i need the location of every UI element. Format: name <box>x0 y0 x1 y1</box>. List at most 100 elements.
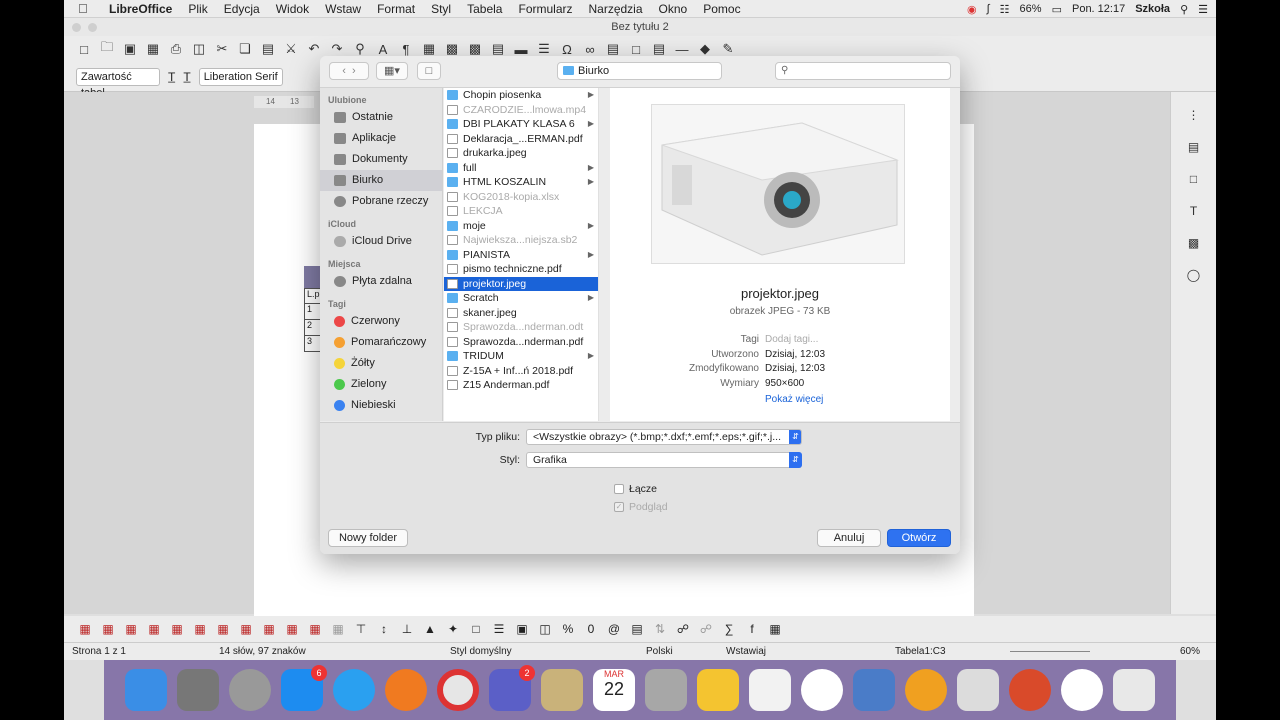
hyperlink-icon[interactable]: ∞ <box>582 42 598 57</box>
borders-icon[interactable]: □ <box>469 622 483 636</box>
center-vertically-icon[interactable]: ↕ <box>377 622 391 636</box>
file-list-item[interactable]: Scratch ▶ <box>444 291 598 306</box>
horizontal-ruler[interactable]: 14 13 <box>254 96 314 108</box>
file-list-item[interactable]: Z15 Anderman.pdf <box>444 378 598 393</box>
insert-image-icon[interactable]: ▩ <box>444 41 460 57</box>
menu-narzedzia[interactable]: Narzędzia <box>589 2 643 16</box>
file-list-item[interactable]: PIANISTA ▶ <box>444 248 598 263</box>
border-style-icon[interactable]: ☰ <box>492 622 506 636</box>
sort-icon[interactable]: ⇅ <box>653 622 667 636</box>
number-format-date-icon[interactable]: @ <box>607 622 621 636</box>
protect-cells-icon[interactable]: ☍ <box>676 622 690 636</box>
formatting-marks-icon[interactable]: ¶ <box>398 42 414 57</box>
firefox-icon[interactable] <box>385 669 427 711</box>
photos-icon[interactable] <box>801 669 843 711</box>
file-list-item[interactable]: DBI PLAKATY KLASA 6 ▶ <box>444 117 598 132</box>
insert-formula-icon[interactable]: f <box>745 622 759 636</box>
close-window-button[interactable] <box>72 23 81 32</box>
view-mode-icon[interactable]: ▦▾ <box>376 62 408 80</box>
border-color-icon[interactable]: ▣ <box>515 622 529 636</box>
menu-wstaw[interactable]: Wstaw <box>325 2 361 16</box>
cancel-button[interactable]: Anuluj <box>817 529 881 547</box>
new-folder-button[interactable]: Nowy folder <box>328 529 408 547</box>
number-format-currency-icon[interactable]: ◫ <box>538 622 552 636</box>
sidebar-menu-icon[interactable]: ⋮ <box>1186 108 1202 124</box>
print-icon[interactable]: ⎙ <box>168 41 184 57</box>
delete-rows-icon[interactable]: ▦ <box>147 622 161 636</box>
apple-menu-icon[interactable]:  <box>78 1 96 16</box>
sidebar-item-aplikacje[interactable]: Aplikacje <box>320 128 442 149</box>
filetype-select[interactable]: <Wszystkie obrazy> (*.bmp;*.dxf;*.emf;*.… <box>526 429 802 445</box>
battery-percent[interactable]: 66% <box>1020 3 1042 15</box>
app-store-icon[interactable]: 6 <box>281 665 327 711</box>
special-character-icon[interactable]: Ω <box>559 42 575 57</box>
arc-app-icon[interactable] <box>1061 669 1103 711</box>
open-button[interactable]: Otwórz <box>887 529 951 547</box>
sidebar-item-pobrane[interactable]: Pobrane rzeczy <box>320 191 442 212</box>
preview-checkbox[interactable]: ✓ <box>614 502 624 512</box>
status-style[interactable]: Styl domyślny <box>450 643 512 661</box>
paragraph-style-combo[interactable]: Zawartość tabel <box>76 67 160 99</box>
menu-okno[interactable]: Okno <box>659 2 688 16</box>
new-folder-icon[interactable]: □ <box>417 62 441 80</box>
file-list-item[interactable]: full ▶ <box>444 161 598 176</box>
sidebar-item-tag-orange[interactable]: Pomarańczowy <box>320 332 442 353</box>
draw-icon[interactable]: ✎ <box>720 41 736 57</box>
status-page[interactable]: Strona 1 z 1 <box>72 643 126 661</box>
file-list-item[interactable]: KOG2018-kopia.xlsx <box>444 190 598 205</box>
control-center-icon[interactable]: ☰ <box>1198 3 1208 16</box>
new-style-icon[interactable]: T̲ <box>183 70 190 84</box>
gallery-icon[interactable]: ▩ <box>1186 236 1202 252</box>
sidebar-item-ostatnie[interactable]: Ostatnie <box>320 107 442 128</box>
tags-field[interactable]: Dodaj tagi... <box>765 334 818 345</box>
trash-icon[interactable] <box>1113 669 1155 711</box>
file-list-item[interactable]: Sprawozda...nderman.pdf <box>444 335 598 350</box>
number-format-icon[interactable]: ▤ <box>630 622 644 636</box>
sidebar-item-dokumenty[interactable]: Dokumenty <box>320 149 442 170</box>
clock[interactable]: Pon. 12:17 <box>1072 3 1125 15</box>
wifi-icon[interactable]: ☷ <box>1000 3 1010 16</box>
sidebar-item-tag-green[interactable]: Zielony <box>320 374 442 395</box>
file-list-item[interactable]: Deklaracja_...ERMAN.pdf <box>444 132 598 147</box>
file-list-item[interactable]: skaner.jpeg <box>444 306 598 321</box>
status-language[interactable]: Polski <box>646 643 673 661</box>
styles-icon[interactable]: T <box>1186 204 1202 220</box>
insert-rows-below-icon[interactable]: ▦ <box>124 622 138 636</box>
update-style-icon[interactable]: T̲ <box>168 70 175 84</box>
status-words[interactable]: 14 słów, 97 znaków <box>219 643 306 661</box>
print-preview-icon[interactable]: ◫ <box>191 41 207 57</box>
spellcheck-icon[interactable]: A <box>375 42 391 57</box>
file-list-item[interactable]: Chopin piosenka ▶ <box>444 88 598 103</box>
insert-columns-after-icon[interactable]: ▦ <box>193 622 207 636</box>
align-top-icon[interactable]: ⊤ <box>354 622 368 636</box>
save-icon[interactable]: ▣ <box>122 41 138 57</box>
insert-rows-above-icon[interactable]: ▦ <box>101 622 115 636</box>
preview-icon[interactable] <box>541 669 583 711</box>
file-list-item[interactable]: LEKCJA <box>444 204 598 219</box>
menu-edycja[interactable]: Edycja <box>224 2 260 16</box>
status-zoom[interactable]: 60% <box>1180 643 1200 661</box>
file-list-item[interactable]: Z-15A + Inf...ń 2018.pdf <box>444 364 598 379</box>
align-bottom-icon[interactable]: ⊥ <box>400 622 414 636</box>
page-break-icon[interactable]: ▬ <box>513 42 529 57</box>
page-icon[interactable]: □ <box>1186 172 1202 188</box>
menu-pomoc[interactable]: Pomoc <box>703 2 740 16</box>
sidebar-item-icloud-drive[interactable]: iCloud Drive <box>320 231 442 252</box>
sidebar-item-tag-blue[interactable]: Niebieski <box>320 395 442 416</box>
menu-app-name[interactable]: LibreOffice <box>109 2 172 16</box>
search-field[interactable]: ⚲ <box>775 62 951 80</box>
properties-icon[interactable]: ▤ <box>1186 140 1202 156</box>
calendar-icon[interactable]: MAR 22 <box>593 669 635 711</box>
menu-format[interactable]: Format <box>377 2 415 16</box>
merge-cells-icon[interactable]: ▦ <box>262 622 276 636</box>
insert-field-icon[interactable]: ☰ <box>536 41 552 57</box>
system-preferences-icon[interactable] <box>177 669 219 711</box>
font-name-combo[interactable]: Liberation Serif <box>198 67 283 86</box>
basic-shapes-icon[interactable]: ◆ <box>697 41 713 57</box>
paste-icon[interactable]: ▤ <box>260 41 276 57</box>
back-forward-buttons[interactable]: ‹ › <box>329 62 369 80</box>
menu-formularz[interactable]: Formularz <box>518 2 572 16</box>
menu-widok[interactable]: Widok <box>276 2 309 16</box>
style-select[interactable]: Grafika ⇵ <box>526 452 802 468</box>
menu-plik[interactable]: Plik <box>188 2 207 16</box>
